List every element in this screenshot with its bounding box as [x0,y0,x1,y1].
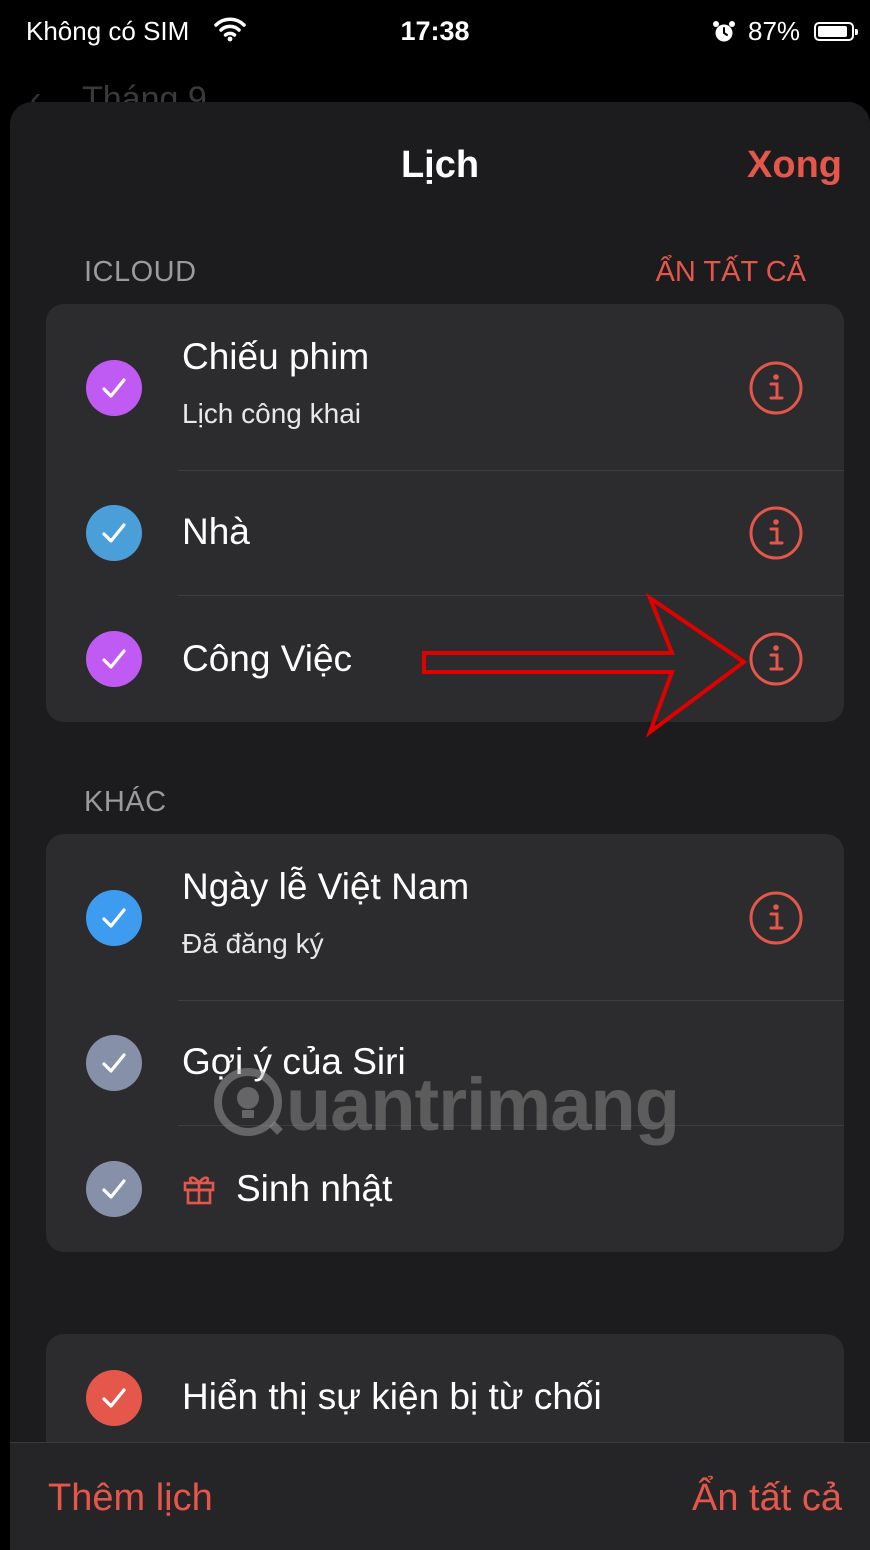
arrow-shape [422,592,748,738]
annotation-arrow [422,592,748,738]
